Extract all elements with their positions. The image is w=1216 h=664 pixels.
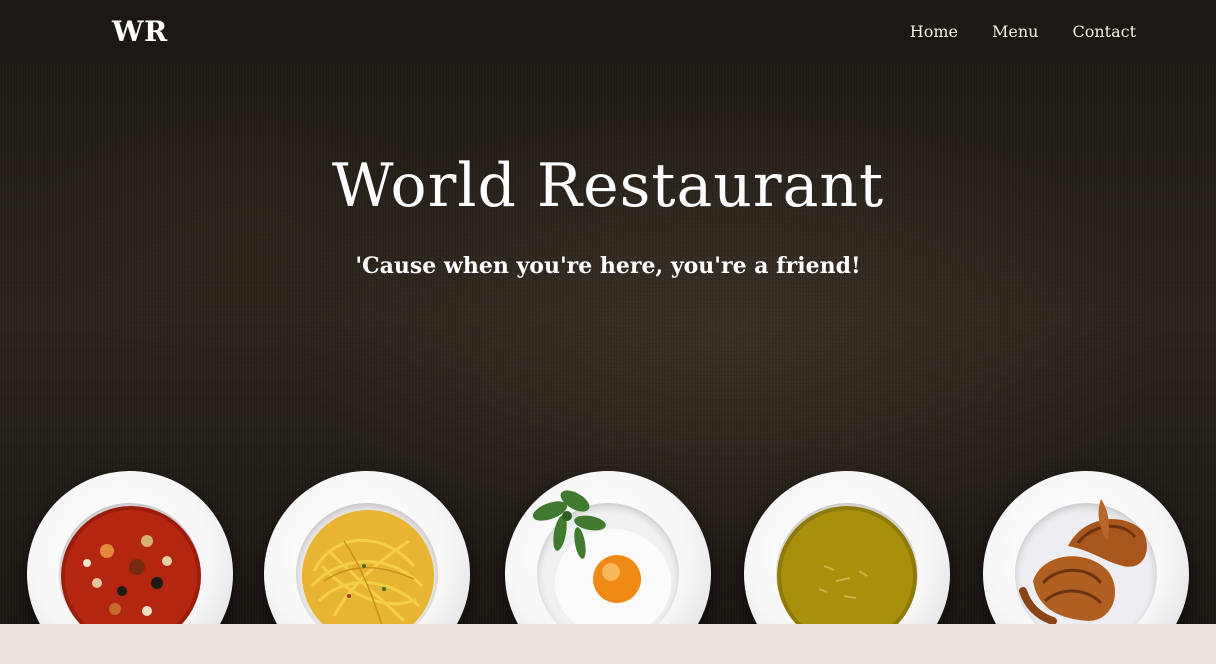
cream-soup-plate-image: [744, 471, 950, 624]
cream-soup-food-illustration: [777, 506, 917, 624]
soup-food-illustration: [61, 506, 201, 624]
logo[interactable]: WR: [112, 14, 168, 50]
spaghetti-food-illustration: [302, 510, 434, 624]
nav-links: Home Menu Contact: [876, 20, 1136, 44]
nav-link-home[interactable]: Home: [910, 20, 958, 44]
croissant-plate-image: [983, 471, 1189, 624]
croissant-food-illustration: [1019, 499, 1147, 624]
spaghetti-plate-image: [264, 471, 470, 624]
hero-tagline: 'Cause when you're here, you're a friend…: [355, 253, 861, 279]
hero-title: World Restaurant: [331, 151, 885, 221]
fried-egg-plate-image: [505, 471, 711, 624]
fried-egg-food-illustration: [532, 490, 671, 624]
hero-section: World Restaurant 'Cause when you're here…: [0, 64, 1216, 624]
navbar: WR Home Menu Contact: [0, 0, 1216, 64]
soup-plate-image: [27, 471, 233, 624]
page-footer-band: [0, 624, 1216, 664]
nav-link-contact[interactable]: Contact: [1072, 20, 1136, 44]
nav-link-menu[interactable]: Menu: [992, 20, 1038, 44]
